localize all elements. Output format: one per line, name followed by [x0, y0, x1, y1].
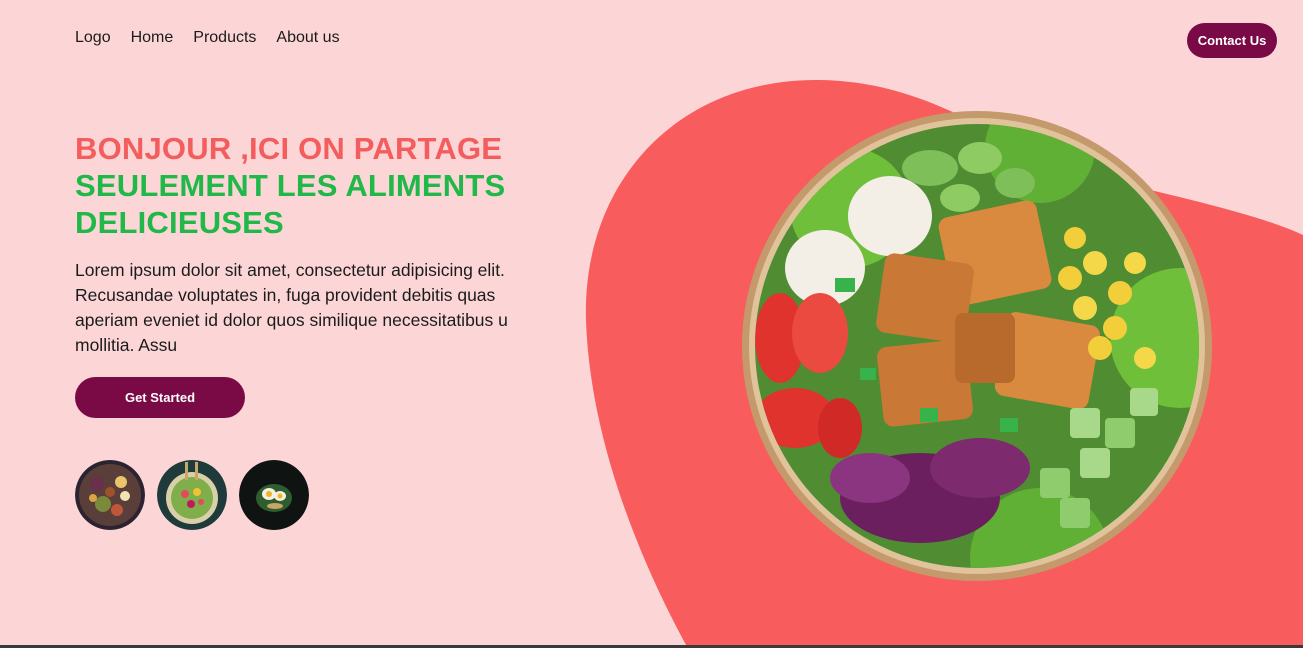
thumbnail-salad-bowl[interactable]	[157, 460, 227, 530]
logo-link[interactable]: Logo	[75, 29, 111, 47]
nav-home[interactable]: Home	[131, 29, 174, 47]
salad-bowl-image	[742, 111, 1212, 581]
contact-us-button[interactable]: Contact Us	[1187, 23, 1277, 58]
thumbnail-egg-dish[interactable]	[239, 460, 309, 530]
hero-title: BONJOUR ,ICI ON PARTAGE SEULEMENT LES AL…	[75, 130, 555, 241]
hero-description: Lorem ipsum dolor sit amet, consectetur …	[75, 260, 508, 355]
top-nav: Logo Home Products About us	[75, 29, 340, 47]
nav-products[interactable]: Products	[193, 29, 256, 47]
hero-title-line2: SEULEMENT LES ALIMENTS DELICIEUSES	[75, 168, 506, 240]
food-platter-image	[75, 460, 145, 530]
get-started-button[interactable]: Get Started	[75, 377, 245, 418]
nav-about[interactable]: About us	[276, 29, 339, 47]
thumbnail-list	[75, 460, 309, 530]
thumbnail-food-platter[interactable]	[75, 460, 145, 530]
egg-dish-image	[239, 460, 309, 530]
hero-title-line1: BONJOUR ,ICI ON PARTAGE	[75, 131, 503, 166]
salad-bowl-image	[157, 460, 227, 530]
